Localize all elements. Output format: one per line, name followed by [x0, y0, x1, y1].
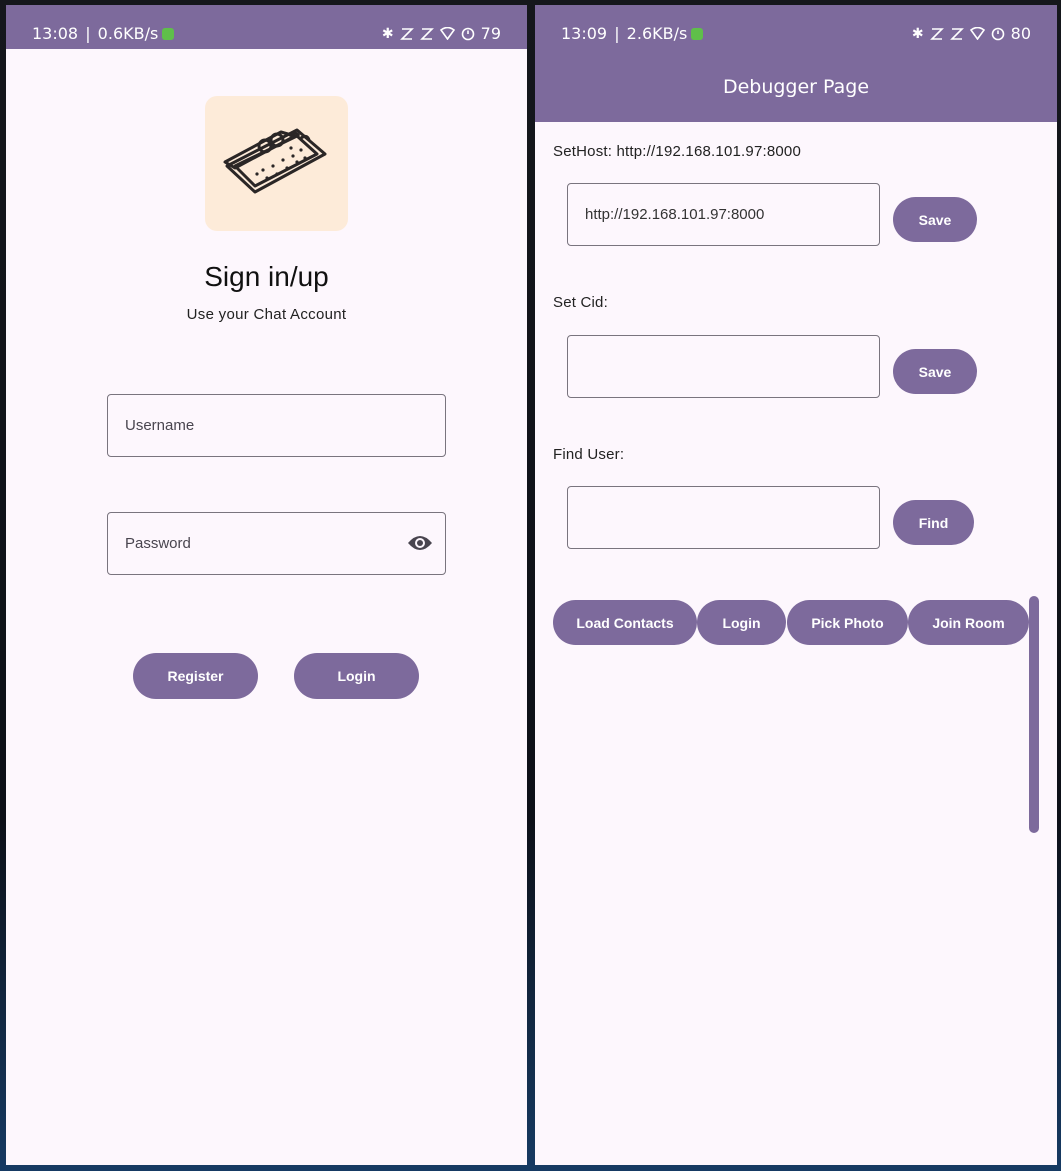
login-screen: 13:08 | 0.6KB/s ✱ 79 Sign in/up Use your…	[6, 5, 527, 1165]
page-subtitle: Use your Chat Account	[186, 306, 347, 323]
appbar-title: Debugger Page	[722, 76, 870, 98]
timer-icon	[461, 27, 474, 40]
pick-photo-button[interactable]: Pick Photo	[787, 600, 908, 645]
bluetooth-icon: ✱	[911, 25, 924, 42]
host-input[interactable]: http://192.168.101.97:8000	[567, 183, 880, 246]
app-logo	[205, 96, 348, 231]
battery-level: 80	[1010, 24, 1031, 43]
food-tray-logo	[223, 128, 327, 194]
bluetooth-icon: ✱	[381, 25, 394, 42]
status-left: 13:08 | 0.6KB/s	[32, 24, 175, 43]
username-placeholder: Username	[125, 417, 195, 434]
username-field[interactable]: Username	[107, 394, 446, 457]
battery-level: 79	[480, 24, 501, 43]
save-host-button[interactable]: Save	[893, 197, 977, 242]
status-left: 13:09 | 2.6KB/s	[561, 24, 704, 43]
app-bar: 13:09 | 2.6KB/s ✱ 80 Debugger Page	[535, 5, 1057, 122]
join-room-button[interactable]: Join Room	[908, 600, 1029, 645]
cid-input[interactable]	[567, 335, 880, 398]
register-button[interactable]: Register	[133, 653, 258, 699]
status-time: 13:08	[32, 24, 79, 43]
action-login-button[interactable]: Login	[697, 600, 786, 645]
wifi-icon	[439, 27, 455, 40]
status-bar: 13:08 | 0.6KB/s ✱ 79	[6, 5, 527, 49]
data-saver-icon	[162, 27, 175, 40]
eye-icon[interactable]	[407, 532, 433, 554]
status-speed: 2.6KB/s	[626, 24, 688, 43]
status-right: ✱ 79	[382, 24, 501, 43]
status-divider: |	[609, 24, 625, 43]
set-cid-label: Set Cid:	[553, 294, 608, 311]
login-button[interactable]: Login	[294, 653, 419, 699]
page-title: Sign in/up	[204, 261, 329, 292]
alarm-icon	[929, 27, 944, 40]
debugger-screen: 13:09 | 2.6KB/s ✱ 80 Debugger Page SetHo…	[535, 5, 1057, 1165]
data-saver-icon	[691, 27, 704, 40]
timer-icon	[991, 27, 1004, 40]
alarm-icon	[399, 27, 414, 40]
status-divider: |	[80, 24, 96, 43]
alarm-icon	[949, 27, 964, 40]
status-speed: 0.6KB/s	[97, 24, 159, 43]
host-input-value: http://192.168.101.97:8000	[585, 206, 765, 223]
wifi-icon	[969, 27, 985, 40]
find-user-button[interactable]: Find	[893, 500, 974, 545]
alarm-icon	[419, 27, 434, 40]
save-cid-button[interactable]: Save	[893, 349, 977, 394]
password-field[interactable]: Password	[107, 512, 446, 575]
scrollbar-thumb[interactable]	[1029, 596, 1039, 833]
set-host-label: SetHost: http://192.168.101.97:8000	[553, 143, 802, 160]
password-placeholder: Password	[125, 535, 191, 552]
status-time: 13:09	[561, 24, 608, 43]
find-user-label: Find User:	[553, 446, 625, 463]
load-contacts-button[interactable]: Load Contacts	[553, 600, 697, 645]
status-right: ✱ 80	[912, 24, 1031, 43]
find-user-input[interactable]	[567, 486, 880, 549]
